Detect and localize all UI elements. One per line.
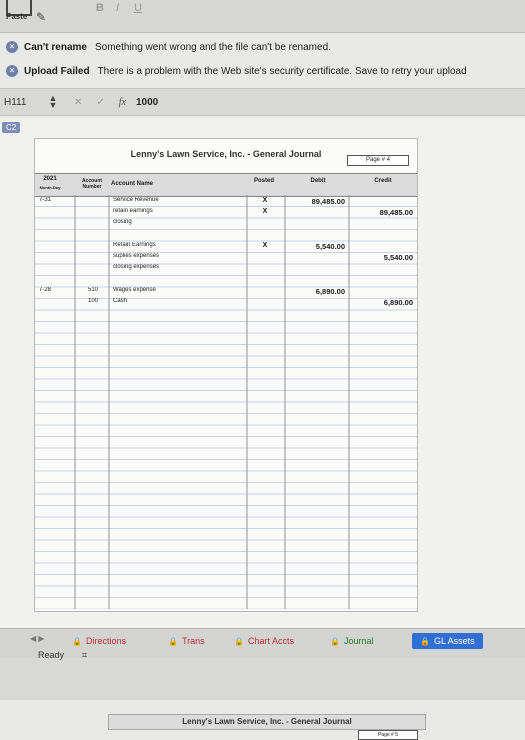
lock-icon: 🔒 bbox=[168, 636, 178, 646]
entry-account-name[interactable]: suplies expenses bbox=[113, 253, 243, 259]
entry-date[interactable]: 7-28 bbox=[39, 287, 71, 293]
tab-gl-assets[interactable]: 🔒 GL Assets bbox=[412, 633, 483, 649]
tab-chart-accts[interactable]: 🔒 Chart Accts bbox=[234, 633, 294, 649]
entry-debit[interactable]: 6,890.00 bbox=[287, 287, 345, 296]
name-box[interactable]: H111 bbox=[0, 97, 48, 108]
cell-reference: C2 bbox=[2, 122, 21, 133]
sheet-tabs: ◀ ▶ 🔒 Directions 🔒 Trans 🔒 Chart Accts 🔒 Jou… bbox=[0, 628, 525, 659]
bold-button[interactable]: B bbox=[96, 2, 104, 14]
tab-label: Chart Accts bbox=[247, 636, 294, 646]
journal-row: 100 Cash 6,890.00 bbox=[35, 298, 417, 309]
header-account-number: Account Number bbox=[82, 178, 102, 190]
entry-account-name[interactable]: Retain Earnings bbox=[113, 242, 243, 248]
entry-credit[interactable]: 5,540.00 bbox=[351, 253, 413, 262]
worksheet[interactable]: C2 Lenny's Lawn Service, Inc. - General … bbox=[0, 118, 525, 740]
tab-label: Directions bbox=[85, 636, 126, 646]
entry-account-name[interactable]: closing bbox=[113, 219, 243, 225]
journal-row: 7-28 510 Wages expense 6,890.00 bbox=[35, 287, 417, 298]
format-painter-icon[interactable]: ✎ bbox=[36, 10, 50, 24]
cancel-icon[interactable]: ✕ bbox=[74, 97, 82, 108]
close-icon[interactable]: ✕ bbox=[6, 65, 18, 77]
entry-account-name[interactable]: Service Revenue bbox=[113, 197, 243, 203]
entry-account-name[interactable]: Cash bbox=[113, 298, 243, 304]
notification-rename: ✕ Can't rename Something went wrong and … bbox=[0, 36, 525, 58]
notification-message: There is a problem with the Web site's s… bbox=[97, 65, 467, 77]
tab-directions[interactable]: 🔒 Directions bbox=[72, 633, 126, 649]
entry-credit[interactable]: 6,890.00 bbox=[351, 298, 413, 307]
ribbon-toolbar: Paste ✎ B I U bbox=[0, 0, 525, 33]
lock-icon: 🔒 bbox=[420, 636, 430, 646]
entry-credit[interactable]: 89,485.00 bbox=[351, 208, 413, 217]
next-journal-page-number: Page # 5 bbox=[358, 730, 418, 740]
notification-title: Upload Failed bbox=[24, 65, 90, 77]
journal-page-number: Page # 4 bbox=[347, 155, 409, 166]
entry-posted[interactable]: X bbox=[249, 242, 281, 249]
name-box-stepper[interactable]: ▲ ▼ bbox=[48, 94, 58, 110]
lock-icon: 🔒 bbox=[330, 636, 340, 646]
function-icon[interactable]: fx bbox=[119, 97, 126, 108]
entry-debit[interactable]: 89,485.00 bbox=[287, 197, 345, 206]
lock-icon: 🔒 bbox=[72, 636, 82, 646]
scroll-left-icon[interactable]: ◀ ▶ bbox=[30, 634, 45, 643]
header-year: 2021 bbox=[43, 176, 57, 182]
general-journal-page: Lenny's Lawn Service, Inc. - General Jou… bbox=[34, 138, 418, 612]
macro-record-icon[interactable]: ⌗ bbox=[82, 650, 87, 661]
underline-button[interactable]: U bbox=[134, 2, 142, 14]
entry-debit[interactable]: 5,540.00 bbox=[287, 242, 345, 251]
entry-posted[interactable]: X bbox=[249, 197, 281, 204]
tab-label: Trans bbox=[181, 636, 205, 646]
header-debit: Debit bbox=[310, 178, 326, 184]
close-icon[interactable]: ✕ bbox=[6, 41, 18, 53]
journal-row: Retain Earnings X 5,540.00 bbox=[35, 242, 417, 253]
formula-bar: H111 ▲ ▼ ✕ ✓ fx 1000 bbox=[0, 88, 525, 116]
header-posted: Posted bbox=[253, 178, 274, 184]
notification-title: Can't rename bbox=[24, 41, 87, 53]
tab-trans[interactable]: 🔒 Trans bbox=[168, 633, 205, 649]
notification-upload: ✕ Upload Failed There is a problem with … bbox=[0, 60, 525, 82]
journal-row: 7-31 Service Revenue X 89,485.00 bbox=[35, 197, 417, 208]
next-journal-title: Lenny's Lawn Service, Inc. - General Jou… bbox=[108, 714, 426, 730]
entry-posted[interactable]: X bbox=[249, 208, 281, 215]
notification-message: Something went wrong and the file can't … bbox=[94, 41, 331, 53]
italic-button[interactable]: I bbox=[116, 2, 119, 14]
tab-journal[interactable]: 🔒 Journal bbox=[330, 633, 374, 649]
journal-row: suplies expenses 5,540.00 bbox=[35, 253, 417, 264]
formula-input[interactable]: 1000 bbox=[136, 97, 158, 108]
entry-account-name[interactable]: closing expenses bbox=[113, 264, 243, 270]
lock-icon: 🔒 bbox=[234, 636, 244, 646]
tab-label: Journal bbox=[343, 636, 374, 646]
header-account-name: Account Name bbox=[111, 181, 154, 187]
entry-account-name[interactable]: retain earnings bbox=[113, 208, 243, 214]
entry-account-number[interactable]: 100 bbox=[79, 298, 107, 304]
header-month-day: Month-Day bbox=[39, 185, 61, 190]
journal-row: retain earnings X 89,485.00 bbox=[35, 208, 417, 219]
journal-header-row: 2021 Month-Day Account Number Account Na… bbox=[35, 173, 417, 197]
entry-account-name[interactable]: Wages expense bbox=[113, 287, 243, 293]
entry-date[interactable]: 7-31 bbox=[39, 197, 71, 203]
tab-label: GL Assets bbox=[433, 636, 475, 646]
enter-icon[interactable]: ✓ bbox=[96, 97, 104, 108]
entry-account-number[interactable]: 510 bbox=[79, 287, 107, 293]
journal-row: closing bbox=[35, 219, 417, 230]
journal-row: closing expenses bbox=[35, 264, 417, 275]
status-text: Ready bbox=[38, 650, 65, 660]
header-credit: Credit bbox=[374, 178, 392, 184]
paste-button-label[interactable]: Paste bbox=[6, 12, 27, 21]
status-bar: Ready ⌗ bbox=[0, 650, 525, 700]
